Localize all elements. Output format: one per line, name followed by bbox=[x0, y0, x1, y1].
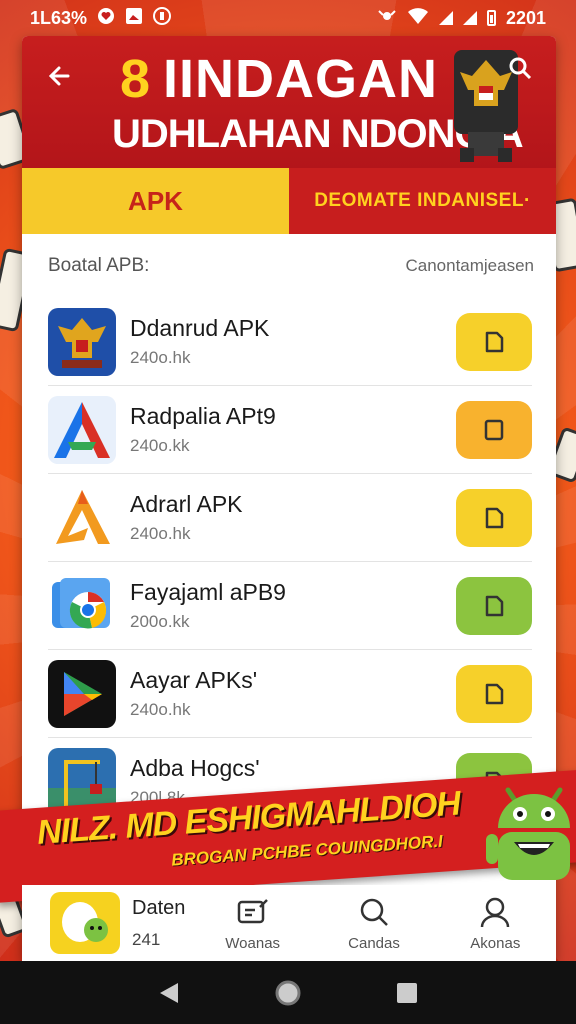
wifi-icon bbox=[407, 7, 429, 30]
app-size: 240o.hk bbox=[130, 700, 191, 719]
app-size: 240o.hk bbox=[130, 524, 191, 543]
tab-donate[interactable]: DEOMATE INDANISEL· bbox=[289, 168, 556, 234]
edit-icon bbox=[237, 898, 268, 923]
flame-a-app-icon bbox=[48, 483, 116, 552]
android-mascot-icon bbox=[486, 787, 570, 880]
app-name: Adba Hogcs' bbox=[130, 755, 260, 781]
tab-apk[interactable]: APK bbox=[22, 168, 289, 234]
file-icon bbox=[485, 331, 504, 352]
chrome-app-icon bbox=[48, 571, 116, 640]
app-name: Adrarl APK bbox=[130, 491, 243, 517]
system-home-button[interactable] bbox=[268, 973, 308, 1013]
play-store-app-icon bbox=[48, 659, 116, 728]
file-icon bbox=[485, 595, 504, 616]
file-icon bbox=[484, 419, 504, 440]
app-size: 240o.kk bbox=[130, 436, 190, 455]
list-item[interactable]: Radpalia APt9 240o.kk bbox=[48, 386, 532, 474]
arrow-left-icon bbox=[48, 66, 70, 86]
back-button[interactable] bbox=[46, 60, 82, 96]
app-name: Aayar APKs' bbox=[130, 667, 258, 693]
file-icon bbox=[485, 507, 504, 528]
list-item[interactable]: Fayajaml aPB9 200o.kk bbox=[48, 562, 532, 650]
nav-item-candas[interactable]: Candas bbox=[313, 895, 434, 952]
battery-icon bbox=[486, 10, 496, 26]
signal-icon bbox=[438, 11, 453, 25]
app-list: Ddanrud APK 240o.hk Radpalia APt9 240o.k… bbox=[22, 298, 556, 826]
back-triangle-icon bbox=[160, 982, 179, 1003]
tab-bar: APK DEOMATE INDANISEL· bbox=[22, 168, 556, 234]
title-text: IINDAGAN bbox=[163, 49, 439, 109]
list-header-title: Boatal APB: bbox=[48, 255, 150, 276]
settings-icon bbox=[377, 7, 397, 30]
profile-icon bbox=[481, 897, 510, 927]
list-item[interactable]: Aayar APKs' 240o.hk bbox=[48, 650, 532, 738]
status-text: 1L63% bbox=[30, 7, 88, 28]
app-size: 240o.hk bbox=[130, 348, 191, 367]
sort-link[interactable]: Canontamjeasen bbox=[405, 256, 534, 276]
recents-square-icon bbox=[396, 982, 417, 1003]
status-bar: 1L63% 2201 bbox=[0, 0, 576, 36]
heart-icon bbox=[97, 7, 115, 30]
download-button[interactable] bbox=[456, 576, 532, 635]
image-icon bbox=[125, 7, 143, 30]
app-size: 241 bbox=[132, 929, 161, 949]
download-button[interactable] bbox=[456, 488, 532, 547]
search-icon bbox=[360, 898, 388, 926]
garuda-app-icon bbox=[48, 307, 116, 376]
app-name: Daten bbox=[132, 896, 186, 919]
nav-label: Akonas bbox=[470, 934, 521, 952]
bottom-nav: Daten 241 Woanas Candas Akonas bbox=[22, 885, 556, 961]
search-icon bbox=[509, 57, 532, 80]
file-icon bbox=[485, 683, 504, 704]
title-number: 8 bbox=[120, 49, 152, 109]
app-header: 8 IINDAGAN UDHLAHAN NDONOIA bbox=[22, 36, 556, 168]
app-name: Fayajaml aPB9 bbox=[130, 579, 286, 605]
mascot-app-icon bbox=[50, 892, 120, 954]
list-item[interactable]: Ddanrud APK 240o.hk bbox=[48, 298, 532, 386]
list-header: Boatal APB: Canontamjeasen bbox=[22, 234, 556, 298]
nav-item-akonas[interactable]: Akonas bbox=[435, 895, 556, 952]
nav-label: Candas bbox=[348, 934, 400, 952]
nav-item-woanas[interactable]: Woanas bbox=[192, 895, 313, 952]
system-back-button[interactable] bbox=[149, 973, 189, 1013]
list-item[interactable]: Adrarl APK 240o.hk bbox=[48, 474, 532, 562]
signal-icon bbox=[462, 11, 477, 25]
search-button[interactable] bbox=[506, 54, 536, 84]
system-nav-bar bbox=[0, 961, 576, 1024]
list-item[interactable]: Daten 241 bbox=[22, 892, 192, 954]
app-name: Radpalia APt9 bbox=[130, 403, 276, 429]
download-button[interactable] bbox=[456, 400, 532, 459]
status-time: 2201 bbox=[505, 7, 546, 28]
download-button[interactable] bbox=[456, 312, 532, 371]
app-name: Ddanrud APK bbox=[130, 315, 270, 341]
app-size: 200o.kk bbox=[130, 612, 190, 631]
triangle-a-app-icon bbox=[48, 395, 116, 464]
home-circle-icon bbox=[275, 980, 301, 1005]
nav-label: Woanas bbox=[225, 934, 281, 952]
shield-icon bbox=[153, 6, 172, 30]
page-title: 8 IINDAGAN bbox=[120, 48, 438, 110]
system-recents-button[interactable] bbox=[387, 973, 427, 1013]
download-button[interactable] bbox=[456, 664, 532, 723]
